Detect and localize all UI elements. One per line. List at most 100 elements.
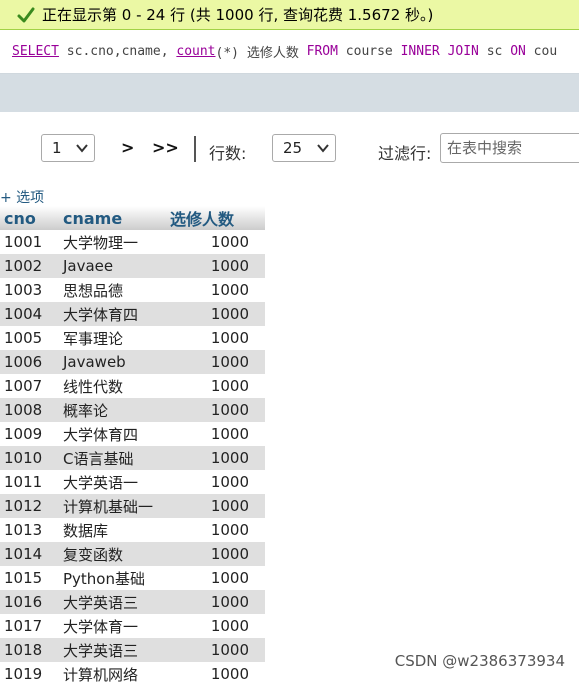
cell-cno: 1013 <box>0 518 59 542</box>
cell-count: 1000 <box>166 518 265 542</box>
sql-token <box>440 44 448 59</box>
cell-count: 1000 <box>166 614 265 638</box>
table-row[interactable]: 1015 Python基础 1000 <box>0 566 265 590</box>
sql-token: (*) 选修人数 <box>216 42 307 61</box>
sql-token: sc <box>479 44 510 59</box>
table-row[interactable]: 1016 大学英语三 1000 <box>0 590 265 614</box>
cell-count: 1000 <box>166 422 265 446</box>
query-toolbar-band <box>0 74 579 112</box>
filter-search-input[interactable] <box>440 133 579 163</box>
cell-cname: 线性代数 <box>59 374 166 398</box>
cell-cno: 1016 <box>0 590 59 614</box>
chevron-down-icon <box>317 143 329 153</box>
cell-cname: 大学英语一 <box>59 470 166 494</box>
sql-keyword-on: ON <box>510 44 526 59</box>
cell-count: 1000 <box>166 350 265 374</box>
cell-count: 1000 <box>166 278 265 302</box>
chevron-down-icon <box>76 143 88 153</box>
pagination-bar: 1 > >> 行数: 25 过滤行: <box>0 134 579 164</box>
results-table: cno cname 选修人数 1001 大学物理一 1000 1002 Java… <box>0 206 265 686</box>
table-row[interactable]: 1018 大学英语三 1000 <box>0 638 265 662</box>
cell-count: 1000 <box>166 230 265 254</box>
column-header-cname[interactable]: cname <box>59 206 166 230</box>
divider <box>194 136 196 162</box>
cell-cname: 大学英语三 <box>59 590 166 614</box>
column-header-count[interactable]: 选修人数 <box>166 206 265 230</box>
table-row[interactable]: 1012 计算机基础一 1000 <box>0 494 265 518</box>
cell-count: 1000 <box>166 494 265 518</box>
table-row[interactable]: 1007 线性代数 1000 <box>0 374 265 398</box>
cell-count: 1000 <box>166 374 265 398</box>
table-row[interactable]: 1017 大学体育一 1000 <box>0 614 265 638</box>
table-row[interactable]: 1010 C语言基础 1000 <box>0 446 265 470</box>
cell-cno: 1012 <box>0 494 59 518</box>
cell-count: 1000 <box>166 326 265 350</box>
cell-cname: 复变函数 <box>59 542 166 566</box>
cell-cno: 1017 <box>0 614 59 638</box>
column-header-cno[interactable]: cno <box>0 206 59 230</box>
cell-cno: 1004 <box>0 302 59 326</box>
cell-cno: 1005 <box>0 326 59 350</box>
cell-cno: 1019 <box>0 662 59 686</box>
cell-cname: 思想品德 <box>59 278 166 302</box>
cell-count: 1000 <box>166 302 265 326</box>
cell-cname: 大学英语三 <box>59 638 166 662</box>
cell-cno: 1010 <box>0 446 59 470</box>
cell-cno: 1018 <box>0 638 59 662</box>
cell-cname: 计算机基础一 <box>59 494 166 518</box>
cell-cno: 1007 <box>0 374 59 398</box>
sql-token: sc.cno,cname, <box>59 44 176 59</box>
table-row[interactable]: 1009 大学体育四 1000 <box>0 422 265 446</box>
cell-cno: 1001 <box>0 230 59 254</box>
options-link[interactable]: + 选项 <box>0 187 44 207</box>
table-row[interactable]: 1006 Javaweb 1000 <box>0 350 265 374</box>
table-row[interactable]: 1002 Javaee 1000 <box>0 254 265 278</box>
table-row[interactable]: 1005 军事理论 1000 <box>0 326 265 350</box>
sql-token: cou <box>526 44 557 59</box>
cell-cname: 概率论 <box>59 398 166 422</box>
cell-count: 1000 <box>166 542 265 566</box>
table-row[interactable]: 1001 大学物理一 1000 <box>0 230 265 254</box>
table-row[interactable]: 1019 计算机网络 1000 <box>0 662 265 686</box>
table-row[interactable]: 1004 大学体育四 1000 <box>0 302 265 326</box>
cell-cname: 数据库 <box>59 518 166 542</box>
rows-per-page-select[interactable]: 25 <box>272 134 336 162</box>
cell-cno: 1008 <box>0 398 59 422</box>
cell-cname: 大学物理一 <box>59 230 166 254</box>
cell-cno: 1009 <box>0 422 59 446</box>
check-icon <box>16 5 36 25</box>
cell-cname: 计算机网络 <box>59 662 166 686</box>
next-page-button[interactable]: > <box>121 138 134 157</box>
cell-count: 1000 <box>166 398 265 422</box>
sql-token: course <box>338 44 401 59</box>
cell-cname: C语言基础 <box>59 446 166 470</box>
cell-cno: 1011 <box>0 470 59 494</box>
sql-keyword-select[interactable]: SELECT <box>12 44 59 59</box>
table-row[interactable]: 1013 数据库 1000 <box>0 518 265 542</box>
cell-cno: 1014 <box>0 542 59 566</box>
table-row[interactable]: 1011 大学英语一 1000 <box>0 470 265 494</box>
table-row[interactable]: 1014 复变函数 1000 <box>0 542 265 566</box>
table-row[interactable]: 1003 思想品德 1000 <box>0 278 265 302</box>
cell-cname: 大学体育四 <box>59 302 166 326</box>
page-select[interactable]: 1 <box>41 134 95 162</box>
sql-keyword-inner: INNER <box>401 44 440 59</box>
sql-keyword-join: JOIN <box>448 44 479 59</box>
cell-count: 1000 <box>166 446 265 470</box>
cell-count: 1000 <box>166 638 265 662</box>
status-message: 正在显示第 0 - 24 行 (共 1000 行, 查询花费 1.5672 秒。… <box>42 4 433 25</box>
cell-count: 1000 <box>166 566 265 590</box>
cell-cname: Python基础 <box>59 566 166 590</box>
sql-function-count[interactable]: count <box>176 44 215 59</box>
last-page-button[interactable]: >> <box>152 138 179 157</box>
cell-cname: 军事理论 <box>59 326 166 350</box>
table-row[interactable]: 1008 概率论 1000 <box>0 398 265 422</box>
cell-cname: 大学体育四 <box>59 422 166 446</box>
table-header-row: cno cname 选修人数 <box>0 206 265 230</box>
status-bar: 正在显示第 0 - 24 行 (共 1000 行, 查询花费 1.5672 秒。… <box>0 0 579 30</box>
filter-label: 过滤行: <box>378 140 431 164</box>
cell-cno: 1015 <box>0 566 59 590</box>
page-select-value: 1 <box>52 139 62 157</box>
cell-cno: 1006 <box>0 350 59 374</box>
sql-query[interactable]: SELECT sc.cno,cname, count(*) 选修人数 FROM … <box>0 30 579 74</box>
